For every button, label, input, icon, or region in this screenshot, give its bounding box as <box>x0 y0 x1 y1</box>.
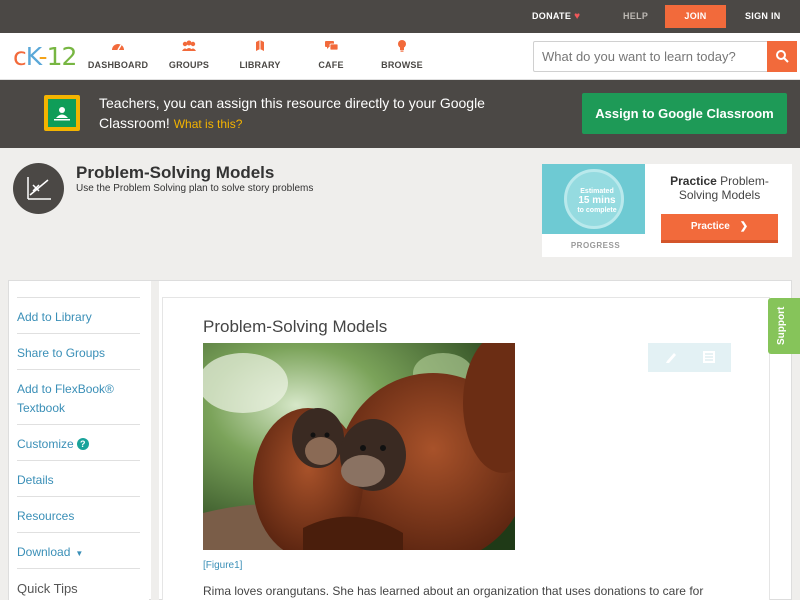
support-tab[interactable]: Support <box>768 298 800 354</box>
nav-browse[interactable]: BROWSE <box>367 39 437 70</box>
pencil-icon[interactable] <box>664 350 678 364</box>
practice-button-label: Practice <box>690 221 730 232</box>
to-complete-label: to complete <box>577 207 617 214</box>
article-body: Rima loves orangutans. She has learned a… <box>203 584 704 598</box>
quick-tips-heading: Quick Tips <box>17 568 140 598</box>
nav-groups[interactable]: GROUPS <box>154 39 224 70</box>
resources-link[interactable]: Resources <box>17 496 140 526</box>
library-icon <box>225 39 295 57</box>
page-title: Problem-Solving Models <box>76 163 275 182</box>
estimated-label: Estimated <box>580 188 614 195</box>
chevron-right-icon: ❯ <box>739 221 749 232</box>
nav-cafe-label: CAFE <box>318 60 344 70</box>
nav-groups-label: GROUPS <box>168 60 210 70</box>
cafe-chat-icon <box>296 39 366 57</box>
ck12-logo[interactable]: cK-12 <box>13 42 78 71</box>
nav-library[interactable]: LIBRARY <box>225 39 295 70</box>
top-utility-bar: DONATE ♥ HELP JOIN SIGN IN <box>0 0 800 33</box>
orangutan-photo <box>203 343 515 550</box>
figure-caption[interactable]: [Figure1] <box>203 560 242 571</box>
logo-k: K <box>25 42 40 71</box>
progress-label: PROGRESS <box>570 241 621 250</box>
practice-title-bold: Practice <box>670 174 717 188</box>
heart-icon: ♥ <box>574 11 581 22</box>
customize-link[interactable]: Customize? <box>17 424 140 454</box>
donate-link[interactable]: DONATE ♥ <box>532 0 580 33</box>
download-label: Download <box>17 545 71 559</box>
logo-12: 12 <box>46 42 78 71</box>
search-box <box>533 41 797 72</box>
practice-button[interactable]: Practice ❯ <box>661 214 778 243</box>
concept-header: Problem-Solving Models Use the Problem S… <box>0 148 800 280</box>
sidebar: Add to Library Share to Groups Add to Fl… <box>9 281 149 600</box>
progress-indicator: Estimated 15 mins to complete <box>542 164 645 234</box>
share-to-groups-link[interactable]: Share to Groups <box>17 333 140 363</box>
progress-ring: Estimated 15 mins to complete <box>564 169 624 229</box>
content-panel: Add to Library Share to Groups Add to Fl… <box>8 280 792 600</box>
nav-dashboard[interactable]: DASHBOARD <box>83 39 153 70</box>
what-is-this-link[interactable]: What is this? <box>174 117 243 131</box>
search-input[interactable] <box>534 42 769 71</box>
sign-in-link[interactable]: SIGN IN <box>745 0 781 33</box>
article-tools <box>648 343 731 372</box>
customize-label: Customize <box>17 437 74 451</box>
support-label: Support <box>776 306 787 345</box>
notes-icon[interactable] <box>702 350 716 364</box>
nav-library-label: LIBRARY <box>239 60 281 70</box>
article: Problem-Solving Models [Figure1] Rima lo… <box>162 297 770 600</box>
browse-lightbulb-icon <box>367 39 437 57</box>
help-link[interactable]: HELP <box>623 0 648 33</box>
graph-axes-icon <box>13 163 64 214</box>
nav-dashboard-label: DASHBOARD <box>87 60 149 70</box>
google-classroom-banner: Teachers, you can assign this resource d… <box>0 80 800 148</box>
panel-divider <box>151 281 159 600</box>
help-question-icon[interactable]: ? <box>76 438 89 450</box>
assign-to-google-classroom-button[interactable]: Assign to Google Classroom <box>582 93 787 134</box>
add-to-flexbook-link[interactable]: Add to FlexBook® Textbook <box>17 369 140 425</box>
groups-icon <box>154 39 224 57</box>
classroom-message: Teachers, you can assign this resource d… <box>99 93 539 134</box>
join-button[interactable]: JOIN <box>665 5 726 28</box>
classroom-message-text: Teachers, you can assign this resource d… <box>99 95 485 131</box>
practice-title: Practice Problem-Solving Models <box>657 174 782 202</box>
donate-label: DONATE <box>532 11 572 21</box>
download-dropdown[interactable]: Download ▼ <box>17 532 140 563</box>
details-link[interactable]: Details <box>17 460 140 490</box>
article-title: Problem-Solving Models <box>203 317 388 336</box>
practice-card: Estimated 15 mins to complete PROGRESS P… <box>542 164 792 257</box>
caret-down-icon: ▼ <box>75 549 84 558</box>
main-navbar: cK-12 DASHBOARD GROUPS LIBRARY CAFE BROW… <box>0 33 800 80</box>
page-subtitle: Use the Problem Solving plan to solve st… <box>76 183 314 194</box>
nav-cafe[interactable]: CAFE <box>296 39 366 70</box>
estimated-minutes: 15 mins <box>578 195 616 206</box>
add-to-library-link[interactable]: Add to Library <box>17 297 140 327</box>
search-icon <box>776 50 789 63</box>
search-button[interactable] <box>767 41 797 72</box>
logo-dash: - <box>38 42 48 71</box>
google-classroom-icon <box>44 95 80 131</box>
dashboard-icon <box>83 39 153 57</box>
nav-browse-label: BROWSE <box>381 60 423 70</box>
logo-c: c <box>13 42 27 71</box>
